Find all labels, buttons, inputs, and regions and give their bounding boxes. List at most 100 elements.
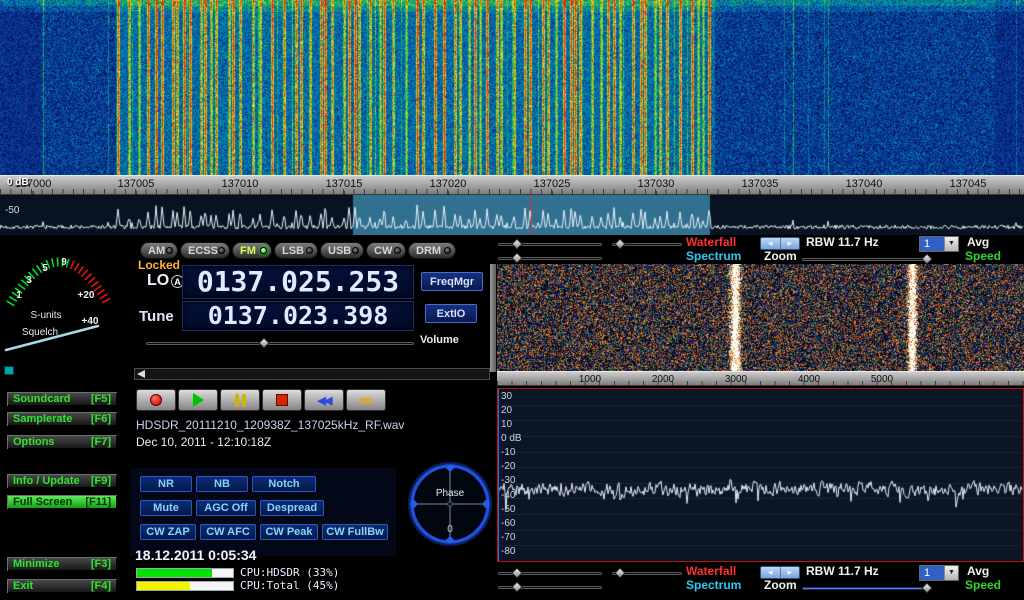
mode-button-ecss[interactable]: ECSS [180,242,230,259]
frequency-ruler[interactable]: 137000 137005 137010 137015 137020 13702… [0,175,1024,195]
meter-tick-label: 3 [26,275,32,286]
nr-button[interactable]: NR [140,476,192,492]
speed-label: Speed [965,250,1001,263]
mode-label: DRM [416,245,441,257]
sidebar-fkey: [F9] [91,475,111,487]
sidebar-item-fullscreen[interactable]: Full Screen[F11] [6,494,118,510]
slider-thumb[interactable] [511,567,522,578]
volume-slider[interactable] [146,338,414,349]
lo-frequency-display[interactable]: 0137.025.253 [182,265,414,299]
cw-afc-button[interactable]: CW AFC [200,524,256,540]
slider-thumb[interactable] [511,581,522,592]
mode-button-lsb[interactable]: LSB [274,242,318,259]
status-indicator [4,366,14,375]
sidebar-item-minimize[interactable]: Minimize[F3] [6,556,118,572]
spectrum-amplitude-slider[interactable] [498,253,602,264]
meter-units-label: S-units [30,310,61,321]
cpu-hdsdr-fill [137,569,212,577]
despread-button[interactable]: Despread [260,500,324,516]
combo-arrow-icon[interactable]: ▼ [944,237,958,251]
db-axis-label: -80 [501,546,522,557]
cpu-hdsdr-bar [136,568,234,578]
notch-button[interactable]: Notch [252,476,316,492]
sidebar-item-options[interactable]: Options[F7] [6,434,118,450]
cw-fullbw-button[interactable]: CW FullBw [322,524,388,540]
mute-button[interactable]: Mute [140,500,192,516]
bottom-zoom-label: Zoom [764,579,797,592]
record-button[interactable] [136,389,176,411]
mode-led-icon [444,247,451,254]
sidebar-item-soundcard[interactable]: Soundcard[F5] [6,391,118,407]
mode-button-cw[interactable]: CW [366,242,406,259]
waterfall-scrollbar[interactable] [490,264,496,372]
sidebar-item-info-update[interactable]: Info / Update [F9] [6,473,118,489]
mode-button-drm[interactable]: DRM [408,242,456,259]
play-button[interactable] [178,389,218,411]
freqmgr-button[interactable]: FreqMgr [421,272,483,291]
slider-thumb[interactable] [615,567,626,578]
spinner-left-icon[interactable]: ◂ [761,238,781,249]
spinner-left-icon[interactable]: ◂ [761,567,781,578]
rewind-button[interactable]: ◀◀ [304,389,344,411]
cw-peak-button[interactable]: CW Peak [260,524,318,540]
combo-arrow-icon[interactable]: ▼ [944,566,958,580]
meter-tick-label: 9 [61,257,67,268]
loop-button[interactable]: ∞ [346,389,386,411]
slider-thumb[interactable] [921,253,932,264]
mode-led-icon [352,247,359,254]
tuning-bar[interactable] [134,368,490,380]
sidebar-label: Minimize [13,558,59,570]
bottom-waterfall-brightness-slider[interactable] [498,568,602,579]
sidebar-label: Soundcard [13,393,70,405]
stop-button[interactable] [262,389,302,411]
avg-combo[interactable]: 1 ▼ [919,236,959,252]
sidebar-item-samplerate[interactable]: Samplerate[F6] [6,411,118,427]
slider-thumb[interactable] [511,252,522,263]
cw-zap-button[interactable]: CW ZAP [140,524,196,540]
lo-label: LO [147,272,169,290]
slider-thumb[interactable] [511,238,522,249]
phase-label: Phase [436,488,465,499]
bottom-waterfall-contrast-slider[interactable] [612,568,682,579]
waterfall-contrast-slider[interactable] [612,239,682,250]
bottom-waterfall-caption: Waterfall [686,565,736,578]
nb-button[interactable]: NB [196,476,248,492]
mode-button-fm[interactable]: FM [232,242,272,259]
spinner-right-icon[interactable]: ▸ [781,238,800,249]
spinner-right-icon[interactable]: ▸ [781,567,800,578]
s-meter[interactable]: 1 3 5 9 +20 +40 S-units Squelch [2,238,122,368]
slider-groove [146,342,414,345]
slider-thumb[interactable] [258,337,269,348]
bottom-avg-combo[interactable]: 1 ▼ [919,565,959,581]
extio-button[interactable]: ExtIO [425,304,477,323]
waterfall-brightness-slider[interactable] [498,239,602,250]
sidebar-label: Full Screen [13,496,72,508]
tune-frequency-display[interactable]: 0137.023.398 [182,301,414,331]
main-waterfall-display[interactable] [0,0,1024,175]
rf-frequency-scale[interactable]: 1000 2000 3000 4000 5000 [497,371,1024,386]
agc-button[interactable]: AGC Off [196,500,256,516]
mode-led-icon [306,247,313,254]
slider-thumb[interactable] [921,582,932,593]
slider-thumb[interactable] [615,238,626,249]
scale-minor-ticks [497,381,1024,385]
cpu-total-text: CPU:Total (45%) [240,580,339,592]
bottom-zoom-slider[interactable] [802,583,932,594]
sidebar-label: Info / Update [13,475,80,487]
tuning-bar-thumb[interactable] [137,370,145,378]
rf-spectrum-display[interactable] [498,389,1023,561]
main-spectrum-display[interactable] [0,195,1024,235]
sidebar-item-exit[interactable]: Exit[F4] [6,578,118,594]
mode-label: USB [328,245,351,257]
rf-spectrum-panel[interactable]: 30 20 10 0 dB -10 -20 -30 -40 -50 -60 -7… [497,388,1024,562]
play-icon [193,393,204,407]
bottom-spectrum-amplitude-slider[interactable] [498,582,602,593]
db-axis-label: -20 [501,461,522,472]
sidebar-fkey: [F7] [91,436,111,448]
mode-button-usb[interactable]: USB [320,242,364,259]
pause-button[interactable] [220,389,260,411]
spectrum-caption: Spectrum [686,250,741,263]
mode-button-am[interactable]: AM [140,242,178,259]
rf-waterfall-display[interactable] [497,264,1024,371]
sidebar-fkey: [F4] [91,580,111,592]
